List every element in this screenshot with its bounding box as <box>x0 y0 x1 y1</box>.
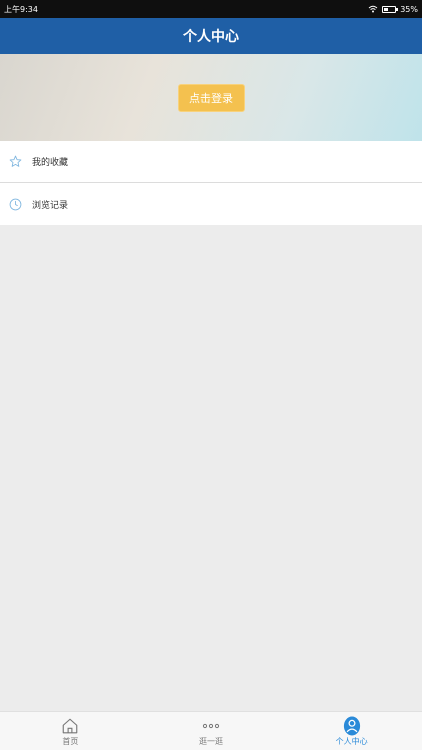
user-icon <box>343 716 360 735</box>
tab-browse[interactable]: 逛一逛 <box>141 712 282 750</box>
tab-home[interactable]: 首页 <box>0 712 141 750</box>
login-button[interactable]: 点击登录 <box>177 83 245 112</box>
clock-icon <box>9 198 22 210</box>
tab-bar: 首页 逛一逛 个人中心 <box>0 711 422 750</box>
more-icon <box>202 723 220 728</box>
tab-label: 逛一逛 <box>199 736 223 746</box>
status-bar: 上午9:34 35% <box>0 0 422 18</box>
star-icon <box>9 155 22 167</box>
tab-profile[interactable]: 个人中心 <box>281 712 422 750</box>
tab-label: 个人中心 <box>335 736 368 746</box>
wifi-icon <box>368 5 378 13</box>
menu-list: 我的收藏 浏览记录 <box>0 141 422 225</box>
status-indicators: 35% <box>368 5 418 14</box>
home-icon <box>63 718 78 733</box>
menu-item-favorites[interactable]: 我的收藏 <box>0 141 422 183</box>
menu-item-label: 我的收藏 <box>32 158 69 168</box>
battery-percent: 35% <box>400 4 418 14</box>
status-time: 上午9:34 <box>4 4 38 14</box>
menu-item-history[interactable]: 浏览记录 <box>0 183 422 225</box>
profile-banner: 点击登录 <box>0 54 422 141</box>
menu-item-label: 浏览记录 <box>32 200 69 211</box>
header: 个人中心 <box>0 18 422 54</box>
battery-icon <box>382 5 399 13</box>
page-title: 个人中心 <box>183 29 239 45</box>
tab-label: 首页 <box>62 736 79 746</box>
